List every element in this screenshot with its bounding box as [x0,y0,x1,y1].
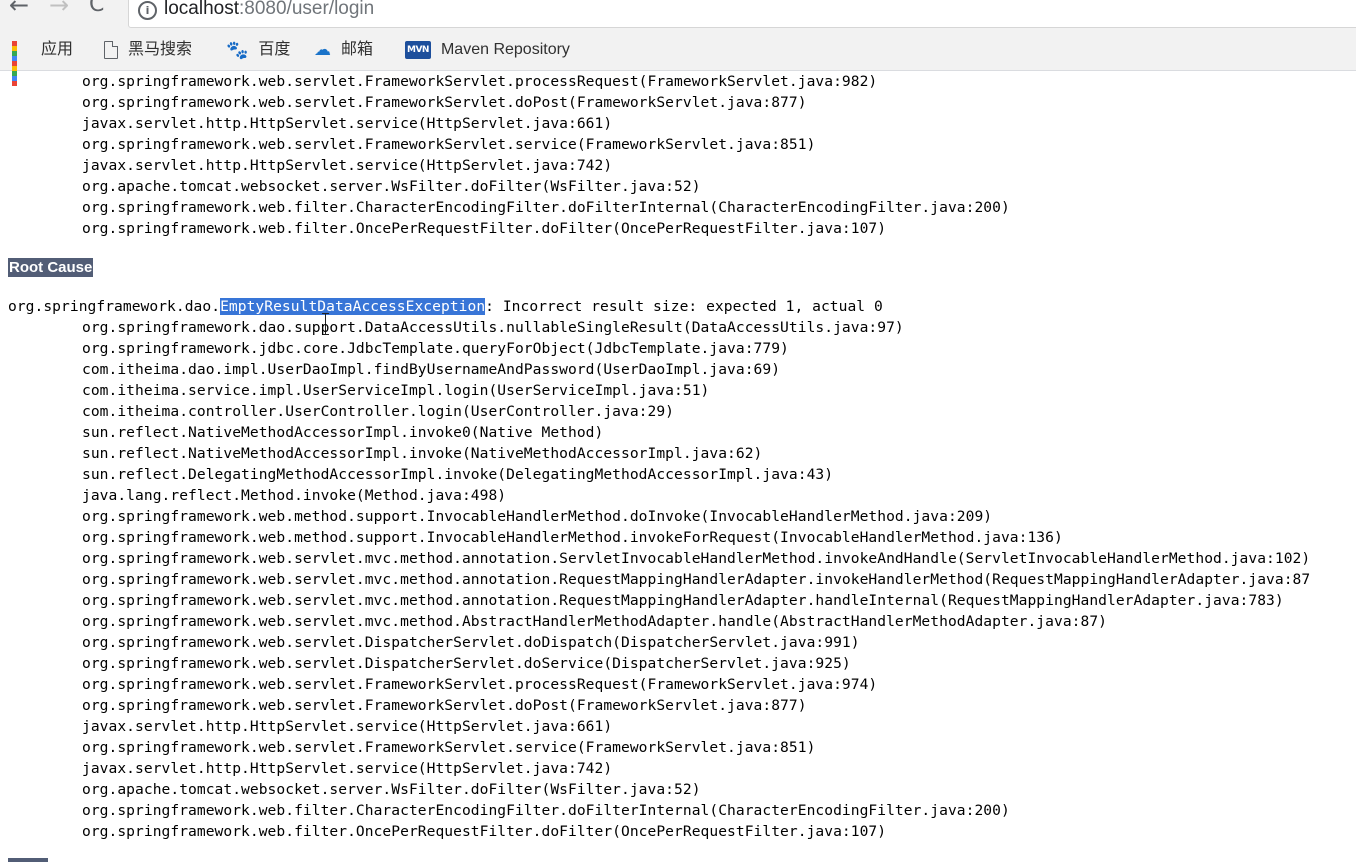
exception-detail: : Incorrect result size: expected 1, act… [485,298,883,315]
exception-message: org.springframework.dao.EmptyResultDataA… [8,296,883,317]
address-bar[interactable]: i localhost:8080/user/login [128,0,1356,28]
bookmark-label: 应用 [41,41,74,58]
stack-frame-line: org.springframework.web.servlet.Framewor… [82,73,878,90]
stack-frame-line: com.itheima.service.impl.UserServiceImpl… [82,382,710,399]
stack-frame-line: org.springframework.web.method.support.I… [82,529,1063,546]
stack-frame-line: javax.servlet.http.HttpServlet.service(H… [82,157,613,174]
stack-frame-line: org.springframework.web.servlet.Dispatch… [82,655,851,672]
stack-frame-line: org.springframework.web.filter.Character… [82,802,1010,819]
stack-frame-line: sun.reflect.NativeMethodAccessorImpl.inv… [82,424,604,441]
stack-frame-line: org.springframework.web.servlet.Framewor… [82,676,878,693]
stack-frame-line: org.springframework.web.servlet.Framewor… [82,136,816,153]
root-cause-heading: Root Cause [8,258,94,277]
site-info-icon[interactable]: i [138,1,157,20]
bookmark-label: 邮箱 [341,41,374,58]
stack-frame-line: com.itheima.controller.UserController.lo… [82,403,675,420]
bookmark-label: 黑马搜索 [128,41,193,58]
page-icon [104,41,118,59]
mvn-icon: MVN [405,41,431,59]
stack-frame-line: org.springframework.web.servlet.mvc.meth… [82,613,1107,630]
stack-frame-line: org.springframework.web.servlet.Framewor… [82,94,807,111]
browser-toolbar: ← → C i localhost:8080/user/login [0,0,1356,29]
bookmark-label: Maven Repository [440,41,570,58]
stack-frame-line: org.springframework.web.servlet.Framewor… [82,697,807,714]
stack-frame-line: sun.reflect.NativeMethodAccessorImpl.inv… [82,445,763,462]
stack-frame-line: org.springframework.web.filter.OncePerRe… [82,823,887,840]
stack-frame-line: org.springframework.web.servlet.Dispatch… [82,634,860,651]
bookmark-apps[interactable]: 应用 [12,38,74,86]
stack-frame-line: org.springframework.web.servlet.mvc.meth… [82,571,1311,588]
stack-frame-line: org.apache.tomcat.websocket.server.WsFil… [82,781,701,798]
next-heading-edge [8,858,48,862]
stack-frame-line: org.springframework.web.servlet.mvc.meth… [82,550,1311,567]
bookmark-heima-search[interactable]: 黑马搜索 [104,38,192,62]
stack-frame-line: sun.reflect.DelegatingMethodAccessorImpl… [82,466,834,483]
stack-frame-line: javax.servlet.http.HttpServlet.service(H… [82,760,613,777]
stack-frame-line: java.lang.reflect.Method.invoke(Method.j… [82,487,507,504]
reload-icon[interactable]: C [89,0,104,20]
stack-frame-line: javax.servlet.http.HttpServlet.service(H… [82,718,613,735]
stack-frame-line: org.springframework.web.method.support.I… [82,508,993,525]
stack-frame-line: org.springframework.web.filter.OncePerRe… [82,220,887,237]
baidu-paw-icon: 🐾 [226,40,249,60]
apps-grid-icon [12,40,31,86]
stack-frame-line: org.springframework.web.servlet.mvc.meth… [82,592,1284,609]
stack-frame-line: org.springframework.web.servlet.Framewor… [82,739,816,756]
url-host: localhost [164,0,239,19]
bookmark-label: 百度 [258,41,291,58]
stack-frame-line: org.springframework.dao.support.DataAcce… [82,319,904,336]
forward-arrow-icon[interactable]: → [49,0,69,20]
url-text[interactable]: localhost:8080/user/login [164,0,374,20]
bookmarks-bar: 应用 黑马搜索 🐾 百度 ☁ 邮箱 MVN Maven Repository [0,29,1356,86]
stack-frame-line: org.apache.tomcat.websocket.server.WsFil… [82,178,701,195]
stack-frame-line: javax.servlet.http.HttpServlet.service(H… [82,115,613,132]
bookmark-baidu[interactable]: 🐾 百度 [226,38,290,62]
selected-exception-name: EmptyResultDataAccessException [220,298,486,315]
mail-cloud-icon: ☁ [314,40,331,59]
url-path: :8080/user/login [239,0,375,19]
stack-frame-line: org.springframework.web.filter.Character… [82,199,1010,216]
bookmark-maven-repository[interactable]: MVN Maven Repository [405,38,570,62]
back-arrow-icon[interactable]: ← [9,0,29,20]
bookmark-mail[interactable]: ☁ 邮箱 [314,38,373,62]
error-page: org.springframework.web.servlet.Framewor… [0,71,1356,863]
stack-frame-line: org.springframework.jdbc.core.JdbcTempla… [82,340,789,357]
stack-frame-line: com.itheima.dao.impl.UserDaoImpl.findByU… [82,361,781,378]
exception-package: org.springframework.dao. [8,298,221,315]
